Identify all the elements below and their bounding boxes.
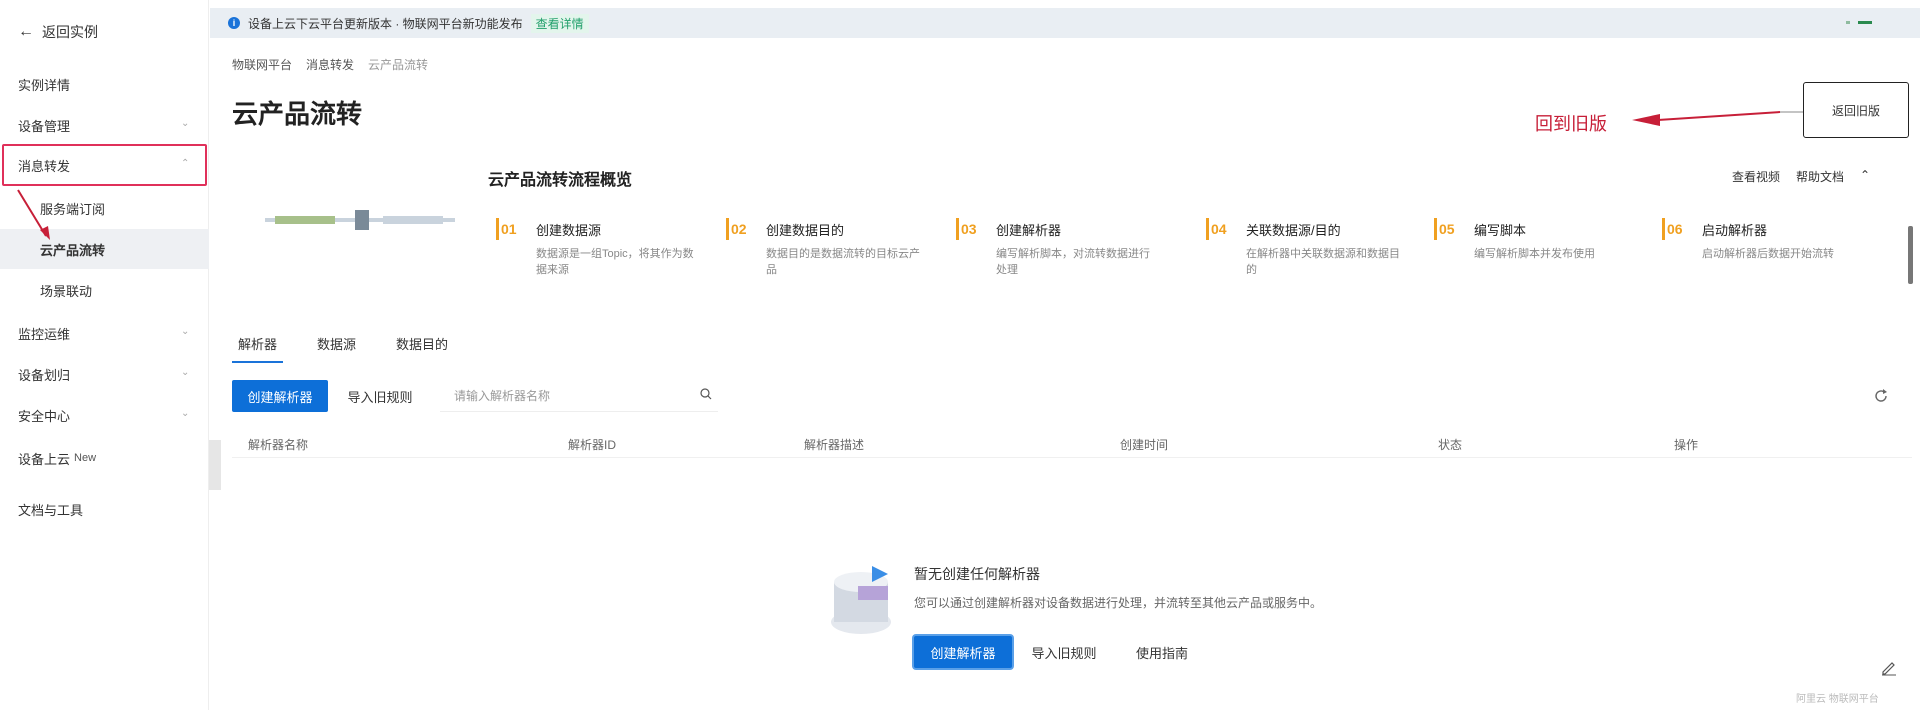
flow-illustration-icon [265,210,455,230]
info-icon: i [228,17,240,29]
breadcrumb-item[interactable]: 物联网平台 [232,56,292,73]
sidebar: ← 返回实例 实例详情 设备管理 ⌄ 消息转发 ⌃ 服务端订阅 云产品流转 场景… [0,0,209,710]
minimize-icon[interactable] [1858,21,1872,24]
breadcrumb-current: 云产品流转 [368,58,429,72]
tab-data-sources[interactable]: 数据源 [311,334,362,363]
step-number: 03 [956,218,978,240]
empty-title: 暂无创建任何解析器 [914,566,1040,582]
back-label: 返回实例 [42,24,98,40]
annotation-arrow-icon [17,189,50,240]
video-link[interactable]: 查看视频 [1732,168,1780,185]
sidebar-item-scene-linkage[interactable]: 场景联动 [0,270,209,310]
sidebar-item-label: 场景联动 [40,283,93,299]
table-header: 解析器名称 解析器ID 解析器描述 创建时间 状态 操作 [232,428,1912,458]
overview-title: 云产品流转流程概览 [488,172,633,189]
step-title[interactable]: 创建解析器 [996,220,1061,239]
usage-guide-button[interactable]: 使用指南 [1122,636,1202,668]
back-to-instances[interactable]: ← 返回实例 [18,22,98,42]
step-title[interactable]: 创建数据目的 [766,220,844,239]
sidebar-item-security[interactable]: 安全中心 ⌄ [0,395,209,435]
column-header: 解析器名称 [248,438,309,452]
sidebar-item-instance-detail[interactable]: 实例详情 [0,64,209,104]
notice-bar: i 设备上云下云平台更新版本 · 物联网平台新功能发布 查看详情 [210,8,1920,38]
sidebar-item-label: 设备划归 [18,367,71,383]
content-scrollbar[interactable] [1908,226,1913,284]
step-desc: 启动解析器后数据开始流转 [1702,248,1834,260]
step-title[interactable]: 编写脚本 [1474,220,1526,239]
step-number: 01 [496,218,518,240]
collapse-icon[interactable]: ⌃ [1860,168,1870,185]
sidebar-item-monitoring[interactable]: 监控运维 ⌄ [0,313,209,353]
step-desc: 编写解析脚本并发布使用 [1474,248,1595,260]
sidebar-item-label: 设备上云 [18,451,71,467]
back-arrow-icon: ← [18,23,34,40]
feedback-edit-icon[interactable] [1880,658,1898,676]
step-title[interactable]: 启动解析器 [1702,220,1767,239]
breadcrumb: 物联网平台 消息转发 云产品流转 [232,56,428,73]
step-title[interactable]: 创建数据源 [536,220,601,239]
annotation-text: 回到旧版 [1535,114,1607,134]
step-desc: 在解析器中关联数据源和数据目的 [1246,248,1400,276]
empty-create-parser-button[interactable]: 创建解析器 [914,636,1012,668]
search-input[interactable]: 请输入解析器名称 [440,380,718,412]
sidebar-item-docs-tools[interactable]: 文档与工具 [0,489,209,529]
step-number: 02 [726,218,748,240]
overview-links: 查看视频 帮助文档 ⌃ [1732,168,1870,185]
sidebar-item-device-transfer[interactable]: 设备划归 ⌄ [0,354,209,394]
column-header: 创建时间 [1120,438,1169,452]
annotation-arrow-right-icon [1632,111,1806,126]
sidebar-item-label: 实例详情 [18,77,71,93]
notice-link[interactable]: 查看详情 [530,13,589,33]
notice-text: 设备上云下云平台更新版本 · 物联网平台新功能发布 [248,16,523,31]
new-badge: New [74,452,97,464]
sidebar-item-label: 云产品流转 [40,242,106,258]
footer-text: 阿里云 物联网平台 [1796,694,1879,705]
switch-old-version-button[interactable]: 返回旧版 [1803,82,1909,138]
sidebar-item-label: 安全中心 [18,408,71,424]
empty-state-illustration-icon [831,566,891,634]
tab-parsers[interactable]: 解析器 [232,334,284,363]
column-header: 解析器描述 [804,438,865,452]
step-title[interactable]: 关联数据源/目的 [1246,220,1341,239]
chevron-down-icon: ⌄ [181,118,190,129]
column-header: 状态 [1438,438,1463,452]
column-header: 操作 [1674,438,1699,452]
sidebar-item-label: 设备管理 [18,118,71,134]
sidebar-scrollbar[interactable] [209,440,221,490]
sidebar-item-device-cloud[interactable]: 设备上云 New [0,438,209,478]
sidebar-item-label: 文档与工具 [18,502,84,518]
step-desc: 编写解析脚本，对流转数据进行处理 [996,248,1150,276]
step-number: 06 [1662,218,1684,240]
sidebar-item-device-management[interactable]: 设备管理 ⌄ [0,105,209,145]
step-desc: 数据源是一组Topic，将其作为数据来源 [536,248,694,276]
annotation-highlight-box [2,144,207,186]
chevron-down-icon: ⌄ [181,326,190,337]
column-header: 解析器ID [568,438,617,452]
empty-description: 您可以通过创建解析器对设备数据进行处理，并流转至其他云产品或服务中。 [914,596,1323,610]
collapse-dot-icon [1846,21,1850,24]
breadcrumb-item[interactable]: 消息转发 [306,56,354,73]
search-placeholder: 请输入解析器名称 [454,389,551,403]
tab-data-destinations[interactable]: 数据目的 [390,334,454,363]
sidebar-item-label: 监控运维 [18,326,71,342]
create-parser-button[interactable]: 创建解析器 [232,380,328,412]
tab-bar: 解析器 数据源 数据目的 [232,334,454,363]
search-icon[interactable] [700,388,712,400]
step-number: 05 [1434,218,1456,240]
page-title: 云产品流转 [232,99,363,129]
refresh-icon[interactable] [1873,388,1889,404]
step-desc: 数据目的是数据流转的目标云产品 [766,248,920,276]
chevron-down-icon: ⌄ [181,367,190,378]
import-old-rules-button[interactable]: 导入旧规则 [340,380,420,412]
chevron-down-icon: ⌄ [181,408,190,419]
step-number: 04 [1206,218,1228,240]
empty-import-old-rules-button[interactable]: 导入旧规则 [1024,636,1104,668]
help-doc-link[interactable]: 帮助文档 [1796,168,1844,185]
